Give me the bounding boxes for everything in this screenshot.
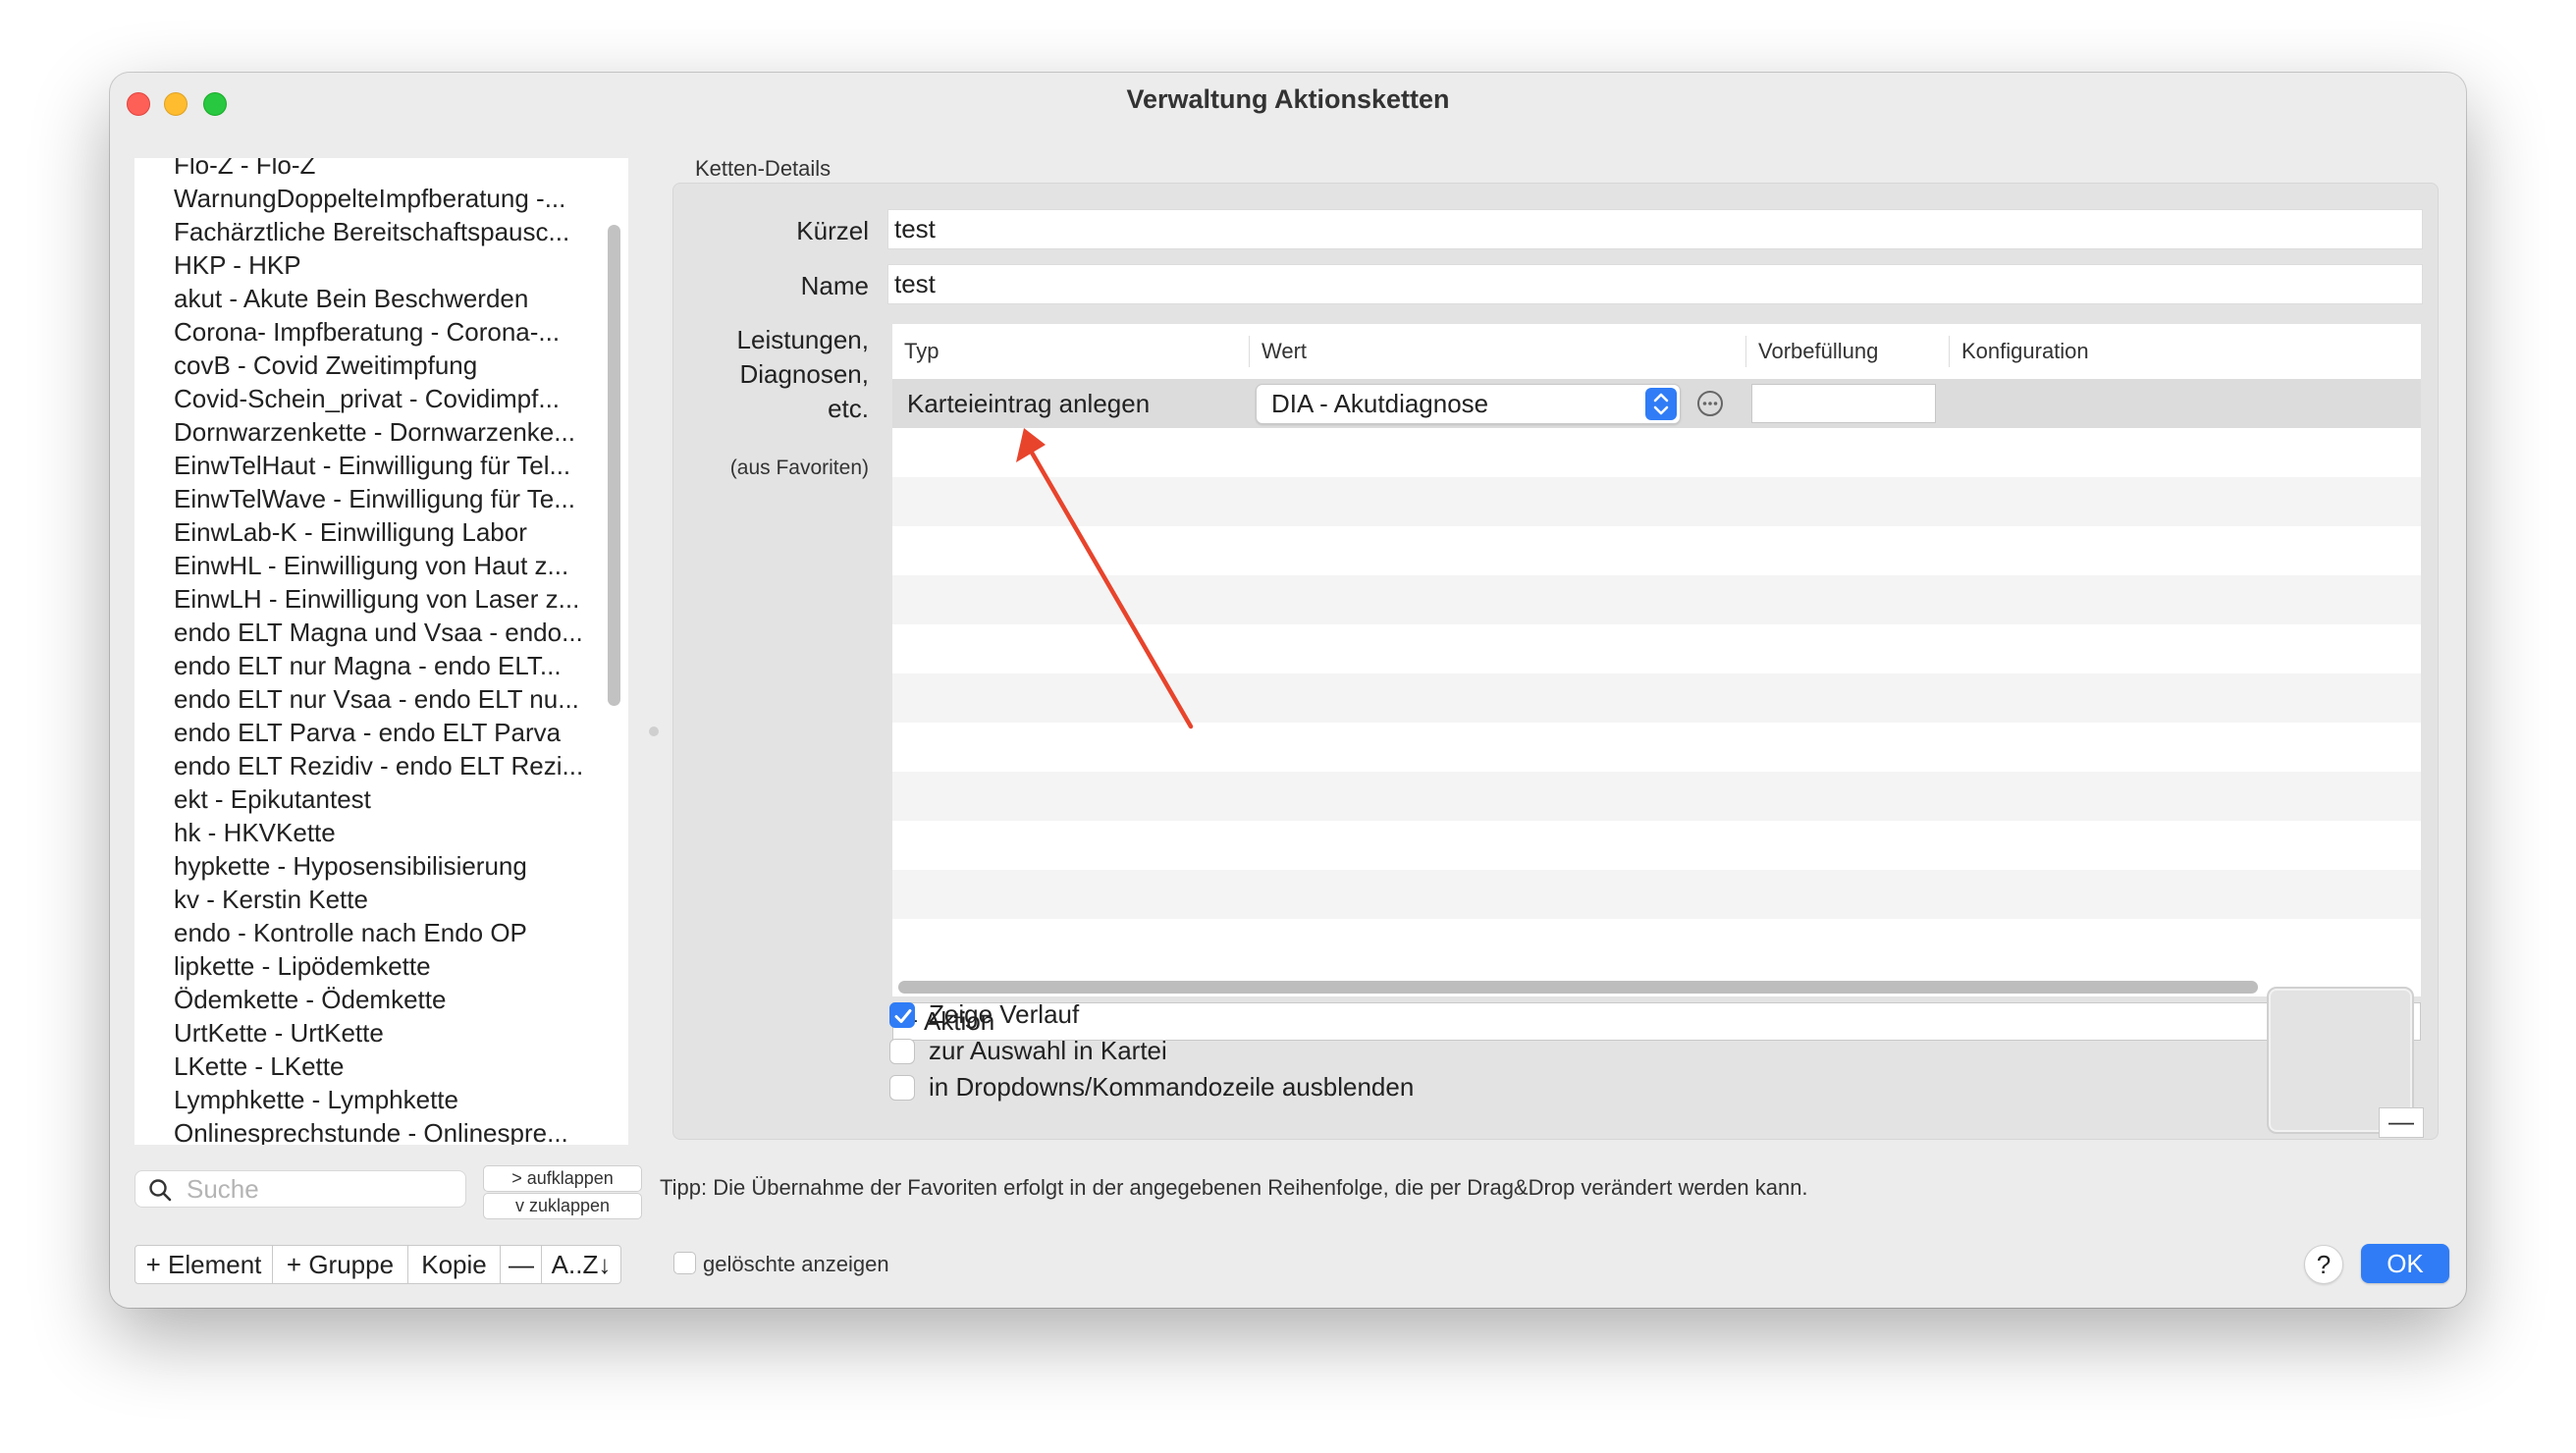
table-row-empty bbox=[892, 772, 2421, 821]
table-row-empty bbox=[892, 624, 2421, 673]
vorbefuellung-input[interactable] bbox=[1751, 384, 1936, 423]
list-item[interactable]: hypkette - Hyposensibilisierung bbox=[174, 849, 596, 883]
chain-list-scrollbar[interactable] bbox=[608, 225, 620, 706]
table-row[interactable]: Karteieintrag anlegen DIA - Akutdiagnose bbox=[892, 379, 2421, 428]
table-row-empty bbox=[892, 821, 2421, 870]
collapse-all-button[interactable]: v zuklappen bbox=[483, 1193, 642, 1219]
leistungen-label-line1: Leistungen, bbox=[736, 325, 869, 354]
help-button[interactable]: ? bbox=[2304, 1245, 2343, 1284]
list-item[interactable]: endo ELT Rezidiv - endo ELT Rezi... bbox=[174, 749, 596, 782]
list-item[interactable]: LKette - LKette bbox=[174, 1049, 596, 1083]
expand-all-button[interactable]: > aufklappen bbox=[483, 1165, 642, 1192]
table-header: Typ Wert Vorbefüllung Konfiguration bbox=[892, 324, 2421, 379]
list-item[interactable]: Fachärztliche Bereitschaftspausc... bbox=[174, 215, 596, 248]
window-title: Verwaltung Aktionsketten bbox=[1126, 84, 1450, 114]
list-item[interactable]: endo ELT Magna und Vsaa - endo... bbox=[174, 616, 596, 649]
show-deleted-checkbox[interactable] bbox=[673, 1252, 696, 1274]
list-item[interactable]: endo ELT Parva - endo ELT Parva bbox=[174, 716, 596, 749]
dialog-window: Verwaltung Aktionsketten Flo-Z - Flo-Z Wa… bbox=[110, 73, 2466, 1308]
search-icon bbox=[149, 1179, 172, 1202]
table-row-empty bbox=[892, 673, 2421, 723]
search-field[interactable] bbox=[134, 1170, 466, 1208]
table-horizontal-scrollbar[interactable] bbox=[898, 981, 2258, 994]
leistungen-label-line3: etc. bbox=[828, 394, 869, 423]
column-header-typ[interactable]: Typ bbox=[892, 324, 1246, 379]
name-label: Name bbox=[800, 271, 869, 300]
list-item[interactable]: EinwTelHaut - Einwilligung für Tel... bbox=[174, 449, 596, 482]
column-header-konfiguration[interactable]: Konfiguration bbox=[1950, 324, 2244, 379]
zur-auswahl-label: zur Auswahl in Kartei bbox=[929, 1036, 1167, 1065]
list-item[interactable]: Ödemkette - Ödemkette bbox=[174, 983, 596, 1016]
table-row-empty bbox=[892, 870, 2421, 919]
table-row-empty bbox=[892, 919, 2421, 968]
cell-typ: Karteieintrag anlegen bbox=[907, 389, 1151, 418]
list-item[interactable]: akut - Akute Bein Beschwerden bbox=[174, 282, 596, 315]
ausblenden-label: in Dropdowns/Kommandozeile ausblenden bbox=[929, 1072, 1415, 1102]
table-row-empty bbox=[892, 526, 2421, 575]
wert-popup-value: DIA - Akutdiagnose bbox=[1271, 389, 1489, 418]
wert-popup[interactable]: DIA - Akutdiagnose bbox=[1256, 384, 1681, 424]
remove-element-button[interactable]: — bbox=[501, 1246, 542, 1283]
table-row-empty bbox=[892, 575, 2421, 624]
list-item[interactable]: Corona- Impfberatung - Corona-... bbox=[174, 315, 596, 349]
leistungen-label-line2: Diagnosen, bbox=[739, 359, 869, 389]
table-row-empty bbox=[892, 723, 2421, 772]
kuerzel-label: Kürzel bbox=[796, 216, 869, 245]
list-toolbar: + Element + Gruppe Kopie — A..Z↓ bbox=[134, 1245, 621, 1284]
column-header-wert[interactable]: Wert bbox=[1250, 324, 1741, 379]
list-item[interactable]: EinwTelWave - Einwilligung für Te... bbox=[174, 482, 596, 515]
sort-button[interactable]: A..Z↓ bbox=[542, 1246, 620, 1283]
show-deleted-label: gelöschte anzeigen bbox=[703, 1252, 889, 1276]
add-group-button[interactable]: + Gruppe bbox=[273, 1246, 408, 1283]
list-item[interactable]: Flo-Z - Flo-Z bbox=[174, 158, 596, 182]
table-row-empty bbox=[892, 477, 2421, 526]
ausblenden-checkbox[interactable] bbox=[889, 1075, 915, 1101]
more-options-icon[interactable] bbox=[1696, 390, 1724, 417]
list-item[interactable]: lipkette - Lipödemkette bbox=[174, 949, 596, 983]
zeige-verlauf-label: Zeige Verlauf bbox=[929, 999, 1080, 1029]
search-input[interactable] bbox=[187, 1173, 452, 1205]
tip-text: Tipp: Die Übernahme der Favoriten erfolg… bbox=[660, 1175, 1808, 1200]
list-item[interactable]: covB - Covid Zweitimpfung bbox=[174, 349, 596, 382]
list-item[interactable]: Lymphkette - Lymphkette bbox=[174, 1083, 596, 1116]
favoriten-label: (aus Favoriten) bbox=[729, 457, 869, 479]
copy-button[interactable]: Kopie bbox=[408, 1246, 501, 1283]
table-row-empty bbox=[892, 428, 2421, 477]
list-item[interactable]: hk - HKVKette bbox=[174, 816, 596, 849]
name-field[interactable]: test bbox=[887, 264, 2423, 304]
list-item[interactable]: endo - Kontrolle nach Endo OP bbox=[174, 916, 596, 949]
checkmark-icon bbox=[894, 1009, 912, 1023]
popup-arrows-icon bbox=[1645, 388, 1677, 420]
list-item[interactable]: endo ELT nur Magna - endo ELT... bbox=[174, 649, 596, 682]
column-header-vorbefuellung[interactable]: Vorbefüllung bbox=[1746, 324, 1943, 379]
titlebar[interactable]: Verwaltung Aktionsketten bbox=[110, 73, 2466, 130]
zeige-verlauf-checkbox[interactable] bbox=[889, 1002, 915, 1028]
chain-list[interactable]: Flo-Z - Flo-Z WarnungDoppelteImpfberatung… bbox=[134, 158, 628, 1145]
actions-table[interactable]: Typ Wert Vorbefüllung Konfiguration Kart… bbox=[892, 324, 2421, 996]
list-item[interactable]: kv - Kerstin Kette bbox=[174, 883, 596, 916]
list-item[interactable]: EinwHL - Einwilligung von Haut z... bbox=[174, 549, 596, 582]
add-element-button[interactable]: + Element bbox=[135, 1246, 273, 1283]
list-item[interactable]: HKP - HKP bbox=[174, 248, 596, 282]
leistungen-label: Leistungen, Diagnosen, etc. bbox=[699, 323, 869, 426]
list-item[interactable]: Onlinesprechstunde - Onlinespre... bbox=[174, 1116, 596, 1145]
zur-auswahl-checkbox[interactable] bbox=[889, 1039, 915, 1064]
list-item[interactable]: ekt - Epikutantest bbox=[174, 782, 596, 816]
kuerzel-field[interactable]: test bbox=[887, 209, 2423, 249]
list-item[interactable]: Covid-Schein_privat - Covidimpf... bbox=[174, 382, 596, 415]
chain-list-items: Flo-Z - Flo-Z WarnungDoppelteImpfberatung… bbox=[174, 158, 596, 1145]
list-item[interactable]: UrtKette - UrtKette bbox=[174, 1016, 596, 1049]
list-item[interactable]: EinwLab-K - Einwilligung Labor bbox=[174, 515, 596, 549]
list-item[interactable]: WarnungDoppelteImpfberatung -... bbox=[174, 182, 596, 215]
group-title: Ketten-Details bbox=[695, 156, 832, 181]
remove-image-button[interactable]: — bbox=[2379, 1107, 2424, 1138]
list-item[interactable]: Dornwarzenkette - Dornwarzenke... bbox=[174, 415, 596, 449]
split-view-divider[interactable] bbox=[649, 726, 659, 736]
list-item[interactable]: endo ELT nur Vsaa - endo ELT nu... bbox=[174, 682, 596, 716]
ok-button[interactable]: OK bbox=[2361, 1244, 2449, 1283]
list-item[interactable]: EinwLH - Einwilligung von Laser z... bbox=[174, 582, 596, 616]
